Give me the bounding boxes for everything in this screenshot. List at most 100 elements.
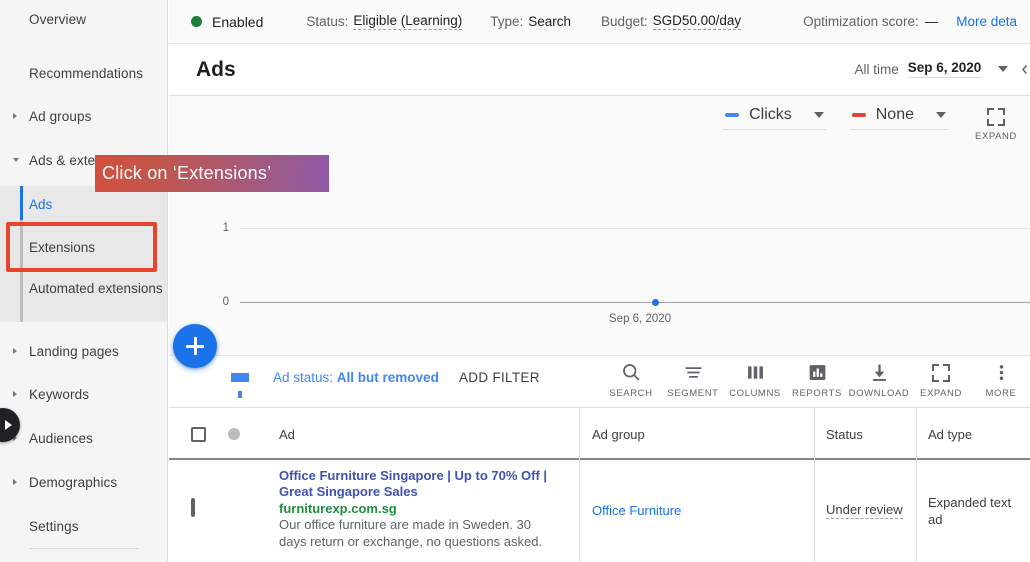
- ad-display-url: furniturexp.com.sg: [279, 501, 397, 516]
- sidebar-item-label: Audiences: [29, 430, 93, 446]
- chevron-down-icon[interactable]: [936, 112, 946, 118]
- filter-chip-prefix: Ad status:: [273, 370, 337, 385]
- chevron-right-icon: [13, 479, 17, 485]
- sidebar-item-landing-pages[interactable]: Landing pages: [0, 340, 167, 362]
- optimization-score-key: Optimization score:: [803, 14, 919, 29]
- table-row[interactable]: Office Furniture Singapore | Up to 70% O…: [169, 460, 1030, 562]
- sidebar-item-recommendations[interactable]: Recommendations: [0, 62, 167, 84]
- page-header: Ads All time Sep 6, 2020 ‹: [169, 44, 1030, 96]
- reports-chart-icon: [807, 361, 828, 383]
- row-checkbox[interactable]: [191, 498, 195, 517]
- row-status-text: Under review: [826, 502, 903, 519]
- sidebar-item-ads[interactable]: Ads: [0, 193, 167, 215]
- toolbar-label: SEGMENT: [667, 388, 719, 399]
- chevron-right-icon: [13, 113, 17, 119]
- sidebar-item-ad-groups[interactable]: Ad groups: [0, 105, 167, 127]
- column-header-ad-group[interactable]: Ad group: [592, 408, 645, 460]
- select-all-checkbox[interactable]: [191, 408, 206, 460]
- chevron-down-icon: [13, 158, 19, 162]
- sidebar-item-label: Ad groups: [29, 108, 92, 124]
- chart-metric-controls: Clicks None EXPAND: [723, 106, 1020, 142]
- secondary-metric-label: None: [875, 106, 914, 123]
- column-header-status[interactable]: Status: [826, 408, 863, 460]
- status-circle-icon: [228, 428, 240, 440]
- chevron-down-icon[interactable]: [998, 66, 1009, 72]
- toolbar-label: EXPAND: [920, 388, 962, 399]
- instruction-callout: Click on ‘Extensions’: [95, 155, 329, 192]
- search-icon: [621, 361, 642, 383]
- sidebar-item-keywords[interactable]: Keywords: [0, 383, 167, 405]
- toolbar-label: COLUMNS: [729, 388, 781, 399]
- status-column-header: [228, 408, 240, 460]
- columns-button[interactable]: COLUMNS: [724, 361, 786, 399]
- ad-status-filter-chip[interactable]: Ad status: All but removed: [273, 370, 439, 385]
- google-ads-screen: Overview Recommendations Ad groups Ads &…: [0, 0, 1030, 562]
- expand-brackets-icon: [987, 108, 1005, 126]
- sidebar-item-demographics[interactable]: Demographics: [0, 471, 167, 493]
- sidebar-item-automated-extensions[interactable]: Automated extensions: [0, 280, 167, 314]
- ad-headline[interactable]: Office Furniture Singapore | Up to 70% O…: [279, 468, 551, 499]
- status-circle-icon: [191, 16, 202, 27]
- expand-button[interactable]: EXPAND: [910, 361, 972, 399]
- columns-icon: [745, 361, 766, 383]
- sidebar-item-label: Settings: [29, 518, 79, 534]
- sidebar-item-label: Overview: [29, 11, 87, 27]
- campaign-state: Enabled: [191, 14, 263, 30]
- search-button[interactable]: SEARCH: [600, 361, 662, 399]
- column-divider: [579, 460, 580, 562]
- column-header-ad-type[interactable]: Ad type: [928, 408, 972, 460]
- budget-value[interactable]: SGD50.00/day: [652, 13, 742, 30]
- status-value[interactable]: Eligible (Learning): [353, 13, 463, 30]
- table-header-row: Ad Ad group Status Ad type: [169, 408, 1030, 460]
- chart-plot-area: 1 0 Sep 6, 2020: [169, 216, 1030, 346]
- date-range-label: All time: [854, 61, 899, 77]
- column-divider: [814, 460, 815, 562]
- primary-metric-selector[interactable]: Clicks: [723, 106, 826, 130]
- toolbar-label: MORE: [985, 388, 1017, 399]
- chart-expand-button[interactable]: EXPAND: [972, 106, 1020, 142]
- type-key: Type:: [490, 14, 524, 29]
- sidebar-item-extensions[interactable]: Extensions: [0, 236, 167, 258]
- more-options-button[interactable]: MORE: [972, 361, 1030, 399]
- new-ad-fab-button[interactable]: [173, 324, 217, 368]
- add-filter-button[interactable]: ADD FILTER: [459, 370, 540, 385]
- y-axis-tick: 0: [222, 296, 229, 308]
- ad-group-link[interactable]: Office Furniture: [592, 503, 681, 518]
- reports-button[interactable]: REPORTS: [786, 361, 848, 399]
- status-field: Status: Eligible (Learning): [306, 13, 463, 30]
- status-key: Status:: [306, 14, 349, 29]
- page-title: Ads: [196, 58, 236, 81]
- chevron-down-icon[interactable]: [813, 112, 824, 118]
- sidebar-item-label: Demographics: [29, 474, 118, 490]
- chart-data-point[interactable]: [652, 299, 659, 306]
- campaign-state-label: Enabled: [212, 13, 264, 30]
- optimization-score-field: Optimization score: —: [803, 14, 938, 29]
- date-range-value[interactable]: Sep 6, 2020: [907, 60, 982, 78]
- sidebar-item-label: Keywords: [29, 386, 90, 402]
- more-details-link[interactable]: More deta: [956, 14, 1017, 29]
- sidebar-item-settings[interactable]: Settings: [0, 515, 167, 537]
- chevron-left-icon[interactable]: ‹: [1021, 59, 1028, 79]
- row-ad-type: Expanded text ad: [928, 495, 1012, 527]
- checkbox-icon: [191, 426, 206, 442]
- sidebar-item-label: Ads & exte: [29, 152, 96, 168]
- filter-funnel-icon[interactable]: [231, 373, 249, 398]
- download-button[interactable]: DOWNLOAD: [848, 361, 910, 399]
- filter-chip-value: All but removed: [336, 370, 439, 385]
- sidebar-item-overview[interactable]: Overview: [0, 8, 167, 30]
- column-header-ad[interactable]: Ad: [279, 408, 295, 460]
- performance-chart-card: Clicks None EXPAND 1 0 Sep 6, 2020: [169, 96, 1030, 368]
- date-range-selector[interactable]: All time Sep 6, 2020 ‹: [854, 59, 1029, 79]
- segment-button[interactable]: SEGMENT: [662, 361, 724, 399]
- expand-brackets-icon: [932, 361, 950, 383]
- ad-description: Our office furniture are made in Sweden.…: [279, 517, 543, 549]
- row-status-value[interactable]: Under review: [826, 502, 903, 519]
- toolbar-label: REPORTS: [792, 388, 842, 399]
- metric-color-swatch: [851, 113, 866, 117]
- checkbox-icon: [191, 498, 195, 517]
- primary-metric-label: Clicks: [749, 106, 792, 123]
- sidebar-item-audiences[interactable]: Audiences: [0, 427, 167, 449]
- secondary-metric-selector[interactable]: None: [849, 106, 948, 130]
- toolbar-label: DOWNLOAD: [848, 388, 910, 399]
- sidebar-subitem-label: Automated extensions: [29, 281, 163, 296]
